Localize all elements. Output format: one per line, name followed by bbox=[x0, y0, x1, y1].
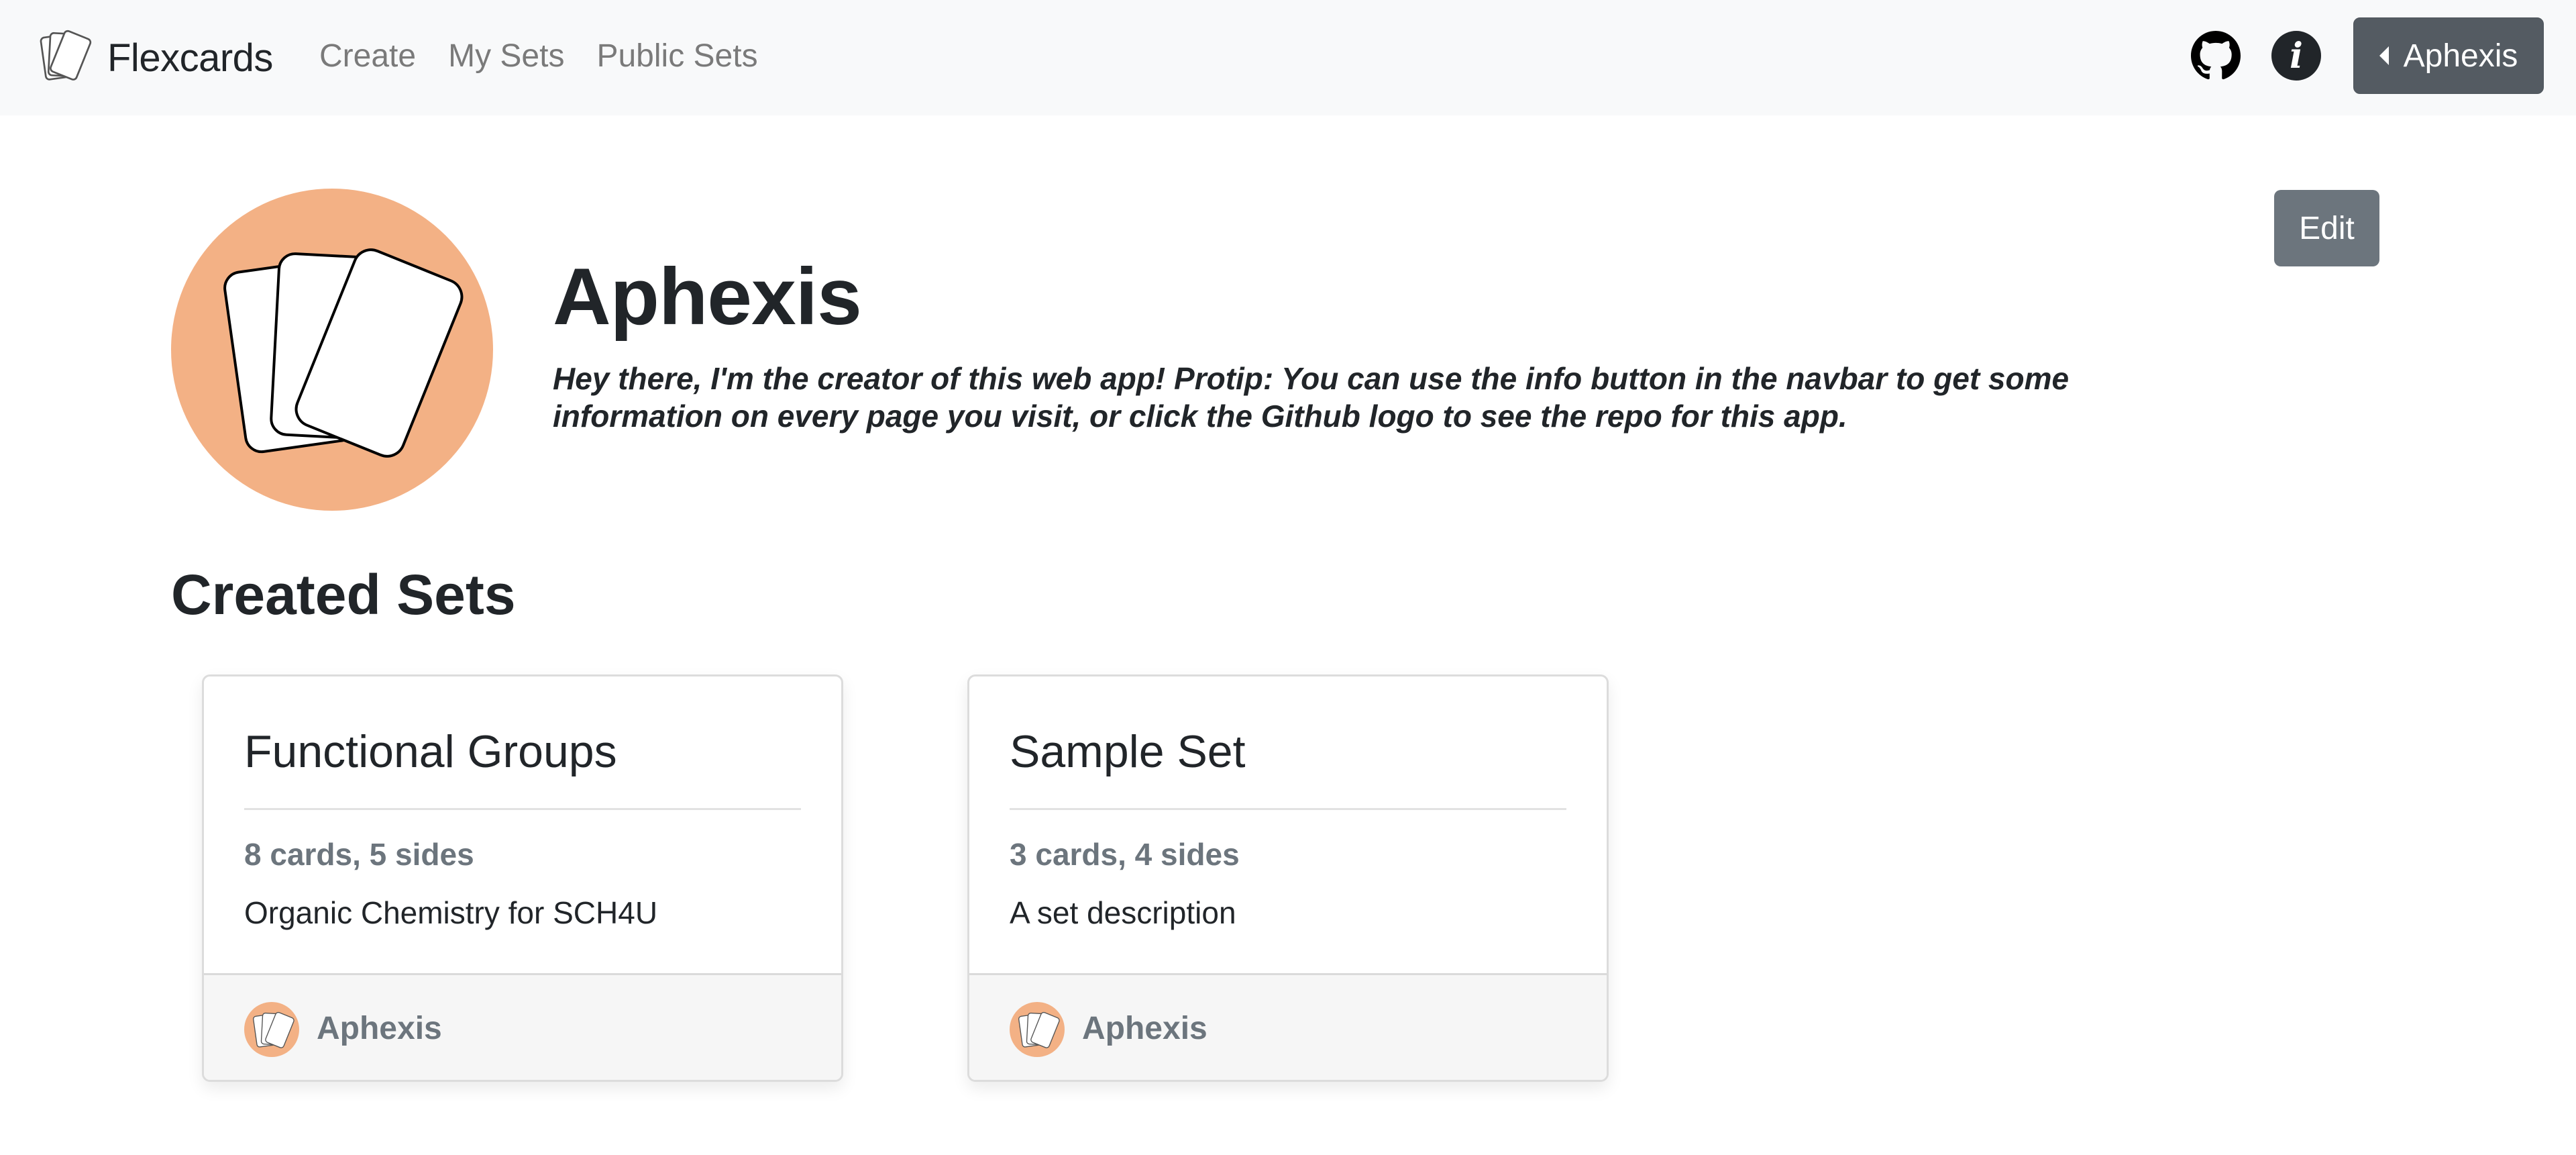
cards-logo-icon bbox=[40, 30, 92, 81]
set-card[interactable]: Sample Set 3 cards, 4 sides A set descri… bbox=[967, 674, 1609, 1082]
profile-bio: Hey there, I'm the creator of this web a… bbox=[553, 361, 2070, 434]
user-menu-label: Aphexis bbox=[2403, 38, 2518, 74]
brand-name: Flexcards bbox=[107, 36, 273, 80]
set-title[interactable]: Functional Groups bbox=[244, 718, 617, 785]
author-name[interactable]: Aphexis bbox=[317, 1009, 442, 1049]
set-meta: 8 cards, 5 sides bbox=[244, 837, 474, 872]
set-description: Organic Chemistry for SCH4U bbox=[244, 895, 658, 930]
profile-username: Aphexis bbox=[553, 252, 862, 342]
info-icon[interactable]: i bbox=[2271, 31, 2321, 81]
set-card[interactable]: Functional Groups 8 cards, 5 sides Organ… bbox=[202, 674, 843, 1082]
nav-right: i Aphexis bbox=[2191, 17, 2544, 94]
author-name[interactable]: Aphexis bbox=[1082, 1009, 1208, 1049]
divider bbox=[1010, 808, 1566, 810]
profile-avatar bbox=[171, 189, 493, 511]
set-card-footer: Aphexis bbox=[969, 973, 1607, 1080]
author-avatar[interactable] bbox=[1010, 1002, 1065, 1057]
cards-avatar-icon bbox=[1018, 1011, 1060, 1048]
nav-link-public-sets[interactable]: Public Sets bbox=[596, 35, 757, 78]
edit-profile-button[interactable]: Edit bbox=[2274, 190, 2379, 266]
nav-link-my-sets[interactable]: My Sets bbox=[448, 35, 564, 78]
info-glyph: i bbox=[2290, 35, 2303, 77]
github-icon[interactable] bbox=[2191, 31, 2241, 81]
set-meta: 3 cards, 4 sides bbox=[1010, 837, 1240, 872]
author-avatar[interactable] bbox=[244, 1002, 299, 1057]
divider bbox=[244, 808, 801, 810]
cards-avatar-icon bbox=[223, 248, 464, 458]
cards-avatar-icon bbox=[253, 1011, 294, 1048]
brand-link[interactable]: Flexcards bbox=[35, 27, 273, 89]
set-description: A set description bbox=[1010, 895, 1236, 930]
navbar: Flexcards Create My Sets Public Sets i A… bbox=[0, 0, 2576, 115]
set-card-body: Sample Set 3 cards, 4 sides A set descri… bbox=[969, 676, 1607, 973]
caret-left-icon bbox=[2379, 46, 2389, 65]
set-card-body: Functional Groups 8 cards, 5 sides Organ… bbox=[204, 676, 841, 973]
set-title[interactable]: Sample Set bbox=[1010, 718, 1246, 785]
created-sets-heading: Created Sets bbox=[171, 563, 516, 626]
nav-link-create[interactable]: Create bbox=[319, 35, 416, 78]
user-menu-button[interactable]: Aphexis bbox=[2353, 17, 2544, 94]
nav-links: Create My Sets Public Sets bbox=[319, 35, 790, 78]
set-card-footer: Aphexis bbox=[204, 973, 841, 1080]
